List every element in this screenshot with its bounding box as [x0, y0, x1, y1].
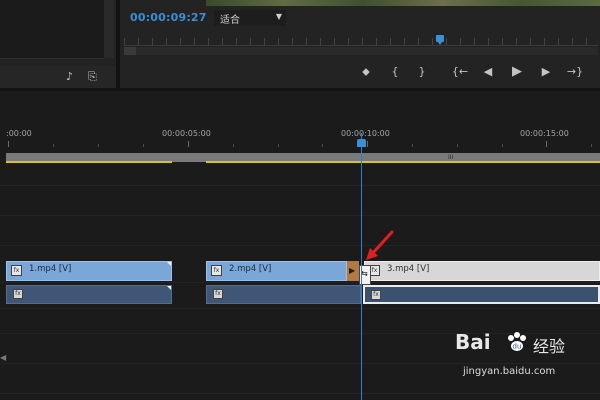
- ruler-tick: [278, 144, 279, 147]
- work-area-grip[interactable]: III: [448, 154, 453, 161]
- ruler-tick: [188, 141, 189, 147]
- ruler-label: 00:00:10:00: [341, 129, 390, 138]
- video-clip[interactable]: fx 2.mp4 [V]: [206, 261, 347, 281]
- ruler-tick: [233, 144, 234, 147]
- monitor-scroll-thumb[interactable]: [124, 47, 136, 55]
- monitor-zoom-scrollbar[interactable]: [124, 47, 598, 55]
- clip-name: 2.mp4 [V]: [229, 264, 272, 274]
- track-divider: [0, 245, 600, 246]
- ruler-tick: [591, 144, 592, 147]
- playhead-timecode[interactable]: 00:00:09:27: [130, 11, 207, 24]
- ruler-tick: [457, 144, 458, 147]
- ruler-tick: [53, 144, 54, 147]
- clip-end-corner: [167, 286, 171, 290]
- go-to-in-button[interactable]: {←: [451, 64, 469, 80]
- marker-icon: ⬥: [362, 65, 370, 78]
- ruler-tick: [412, 144, 413, 147]
- audio-clip[interactable]: fx: [6, 285, 172, 304]
- trim-arrow-icon: ▶: [349, 266, 356, 275]
- trim-handle[interactable]: ▶: [347, 261, 359, 281]
- audio-note-icon[interactable]: ♪: [66, 70, 73, 83]
- mark-in-icon: {: [391, 65, 399, 78]
- chevron-left-icon[interactable]: ◀: [0, 353, 6, 362]
- play-button[interactable]: ▶: [508, 64, 526, 80]
- audio-clip-selected[interactable]: fx: [363, 285, 600, 304]
- fx-badge-icon: fx: [11, 265, 22, 276]
- track-divider: [0, 215, 600, 216]
- fit-dropdown-value: 适合: [220, 15, 240, 26]
- watermark-brand: Bai: [455, 330, 491, 354]
- ruler-tick: [98, 144, 99, 147]
- project-toolbar: ♪ ⎘: [0, 66, 116, 88]
- track-divider: [0, 185, 600, 186]
- ruler-tick: [502, 144, 503, 147]
- ruler-tick: [322, 144, 323, 147]
- monitor-playhead-tip: [438, 42, 442, 45]
- ruler-tick: [367, 141, 368, 147]
- project-list[interactable]: [0, 0, 104, 59]
- playhead-line[interactable]: [361, 133, 362, 400]
- program-monitor: 00:00:09:27 适合 ▼ ⬥ { } {← ◀ ▶ ▶ →}: [120, 0, 600, 88]
- track-divider: [0, 282, 600, 283]
- go-to-out-button[interactable]: →}: [566, 64, 584, 80]
- chevron-down-icon: ▼: [275, 12, 282, 21]
- mark-in-button[interactable]: {: [386, 64, 404, 80]
- timeline-time-ruler[interactable]: :00:00 00:00:05:00 00:00:10:00 00:00:15:…: [0, 121, 600, 147]
- mark-out-icon: }: [418, 65, 426, 78]
- new-item-icon[interactable]: ⎘: [88, 70, 97, 84]
- video-preview: [206, 0, 600, 6]
- playhead-handle[interactable]: [357, 139, 366, 147]
- mark-out-button[interactable]: }: [413, 64, 431, 80]
- project-panel: ♪ ⎘: [0, 0, 116, 88]
- step-forward-button[interactable]: ▶: [537, 64, 555, 80]
- play-icon: ▶: [512, 64, 522, 79]
- ruler-label: :00:00: [6, 129, 32, 138]
- monitor-playhead[interactable]: [436, 35, 444, 42]
- watermark-product: 经验: [533, 337, 566, 356]
- monitor-ruler-baseline: [124, 45, 598, 46]
- fit-dropdown[interactable]: 适合 ▼: [214, 10, 286, 26]
- watermark-brand-du: du: [513, 343, 522, 351]
- project-scrollbar[interactable]: [104, 0, 114, 58]
- step-back-icon: ◀: [483, 65, 493, 78]
- audio-clip[interactable]: fx: [206, 285, 361, 304]
- ruler-tick: [143, 144, 144, 147]
- baidu-paw-icon: du: [508, 332, 526, 351]
- step-back-button[interactable]: ◀: [479, 64, 497, 80]
- fx-badge-icon: fx: [13, 289, 23, 299]
- ruler-label: 00:00:15:00: [520, 129, 569, 138]
- baidu-jingyan-watermark: Bai du 经验 jingyan.baidu.com: [455, 330, 600, 400]
- add-marker-button[interactable]: ⬥: [357, 64, 375, 80]
- video-clip[interactable]: fx 1.mp4 [V]: [6, 261, 172, 281]
- step-forward-icon: ▶: [541, 65, 551, 78]
- red-pointer-arrow-icon: [366, 230, 394, 260]
- track-divider: [0, 308, 600, 309]
- go-to-out-icon: →}: [566, 65, 584, 78]
- watermark-url: jingyan.baidu.com: [463, 366, 556, 377]
- ruler-label: 00:00:05:00: [162, 129, 211, 138]
- fx-badge-icon: fx: [371, 290, 381, 300]
- clip-name: 1.mp4 [V]: [29, 264, 72, 274]
- ruler-tick: [8, 141, 9, 147]
- fx-badge-icon: fx: [211, 265, 222, 276]
- go-to-in-icon: {←: [451, 65, 469, 78]
- clip-end-corner: [167, 262, 171, 266]
- ruler-tick: [546, 141, 547, 147]
- fx-badge-icon: fx: [213, 289, 223, 299]
- ripple-trim-glyph: ⇆: [361, 269, 368, 278]
